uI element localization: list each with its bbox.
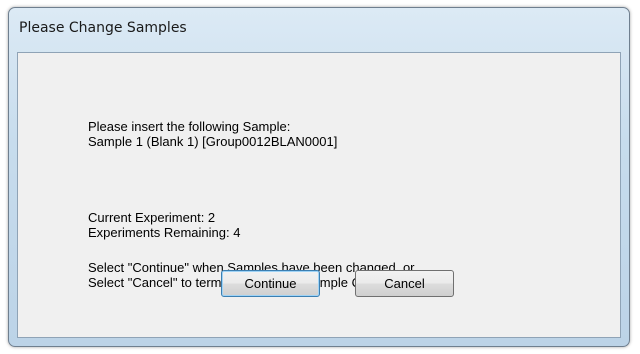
dialog-window: Please Change Samples Please insert the … [8,7,630,347]
current-experiment-text: Current Experiment: 2 [88,210,216,225]
cancel-button[interactable]: Cancel [355,270,454,297]
window-title: Please Change Samples [19,20,187,36]
sample-name-text: Sample 1 (Blank 1) [Group0012BLAN0001] [88,134,338,149]
experiments-remaining-text: Experiments Remaining: 4 [88,225,241,240]
title-bar[interactable]: Please Change Samples [9,8,629,52]
continue-button[interactable]: Continue [221,270,320,297]
insert-instruction-text: Please insert the following Sample: [88,119,291,134]
